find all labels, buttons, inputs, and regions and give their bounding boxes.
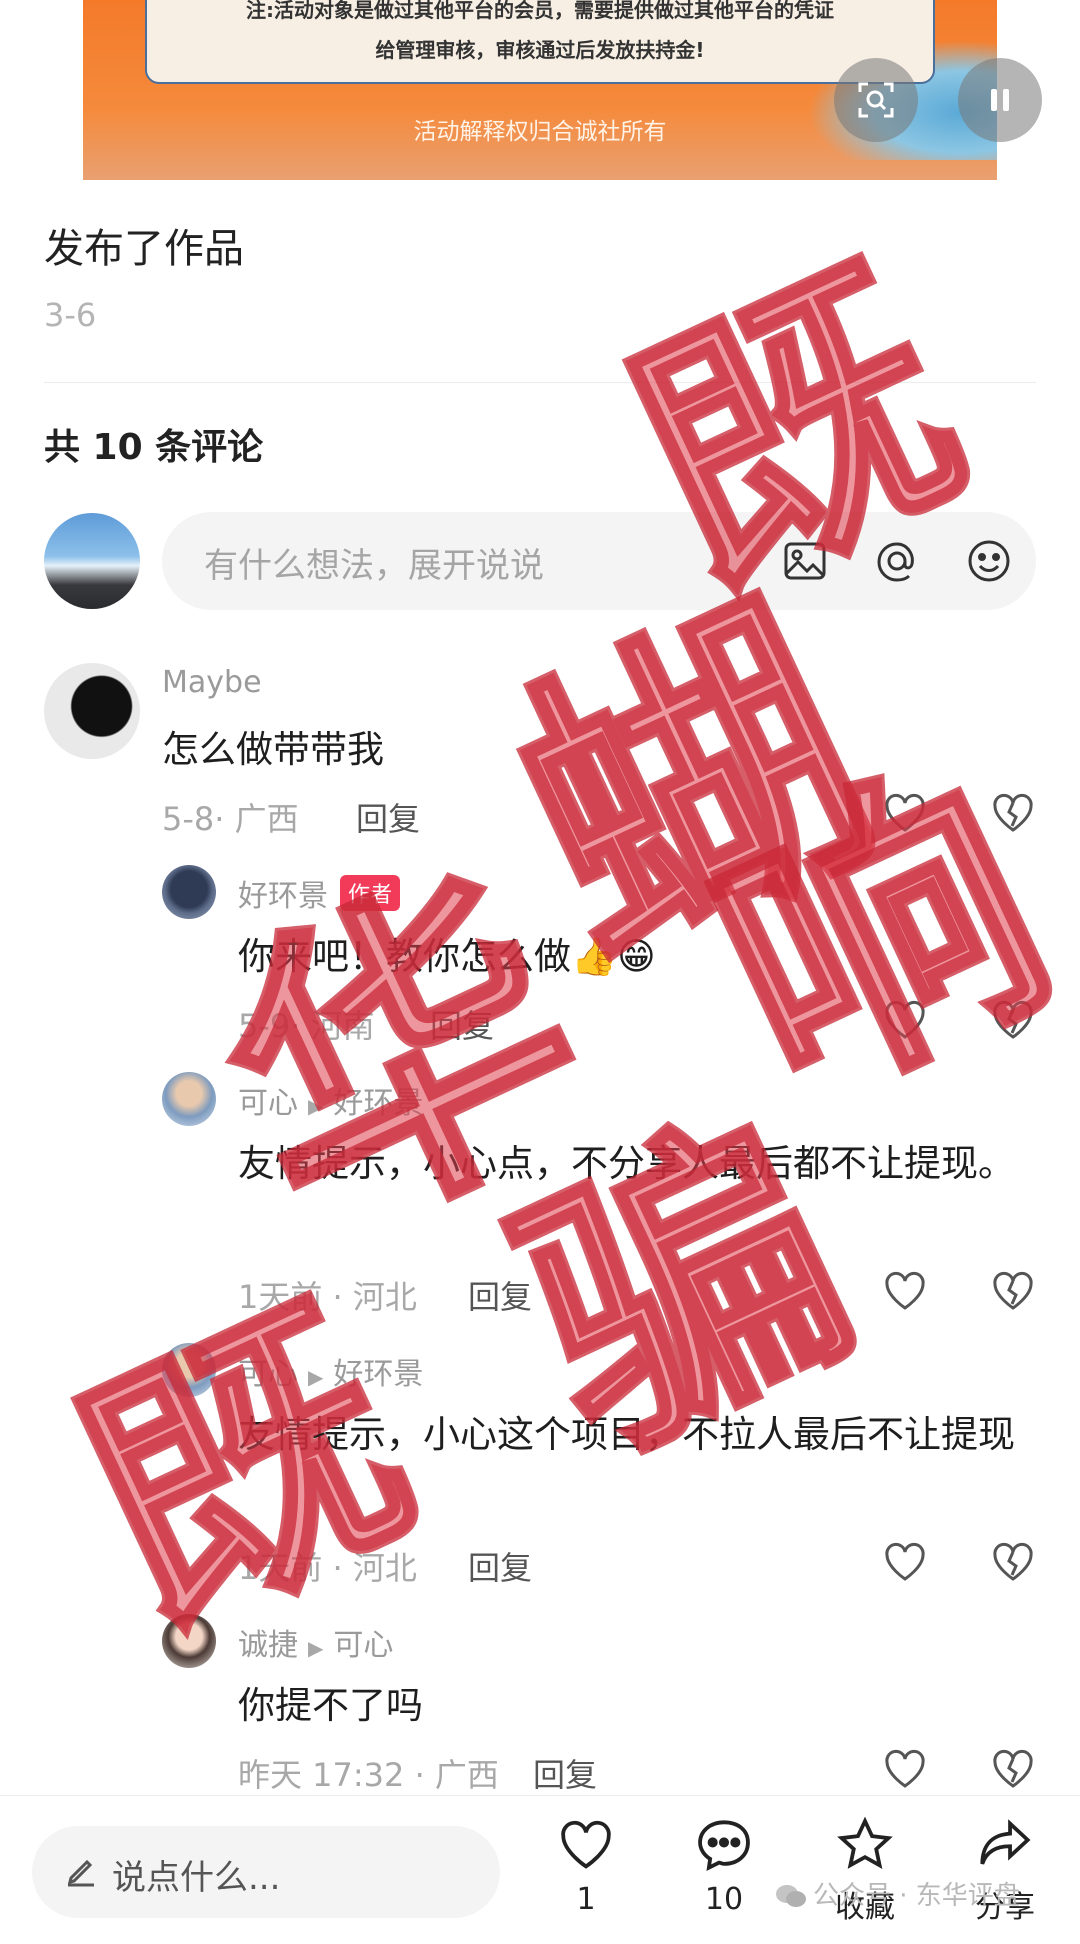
- like-button[interactable]: 1: [536, 1816, 636, 1917]
- post-action: 发布了作品: [44, 226, 244, 272]
- comment-text: 你来吧！教你怎么做👍😁: [238, 935, 656, 978]
- author-name: 可心: [238, 1086, 298, 1121]
- star-icon: [837, 1816, 893, 1869]
- say-placeholder: 说点什么...: [112, 1858, 281, 1898]
- heart-icon: [561, 1820, 611, 1869]
- pause-button[interactable]: [958, 58, 1042, 142]
- author-name: 好环景: [238, 879, 328, 914]
- bottom-bar: 说点什么... 1 10 收藏 分享: [0, 1795, 1080, 1944]
- comment-author[interactable]: 好环景 作者: [238, 871, 401, 915]
- heart-icon[interactable]: [882, 1268, 928, 1314]
- broken-heart-icon[interactable]: [990, 1268, 1036, 1314]
- reply-to-name: 好环景: [333, 1086, 424, 1121]
- comment-meta: 1天前 · 河北: [238, 1278, 417, 1316]
- post-date: 3-6: [44, 296, 97, 334]
- pencil-icon: [67, 1859, 94, 1887]
- wechat-icon: [776, 1885, 806, 1907]
- comment-input[interactable]: 有什么想法，展开说说: [162, 512, 1036, 610]
- broken-heart-icon[interactable]: [990, 997, 1036, 1043]
- reply-to-name: 可心: [333, 1628, 394, 1663]
- heart-icon[interactable]: [882, 1746, 928, 1792]
- reply-button[interactable]: 回复: [356, 794, 420, 840]
- comment-author[interactable]: 可心 ▶ 好环景: [238, 1078, 423, 1122]
- notice-line-2: 给管理审核，审核通过后发放扶持金!: [375, 38, 705, 62]
- comment-text: 你提不了吗: [238, 1684, 423, 1727]
- reply-to-name: 好环景: [333, 1357, 424, 1392]
- comment-author[interactable]: 诚捷 ▶ 可心: [238, 1620, 393, 1664]
- avatar-maybe[interactable]: [44, 663, 140, 759]
- author-name: 诚捷: [238, 1628, 298, 1663]
- reply-button[interactable]: 回复: [533, 1750, 597, 1796]
- comment-meta: 5-9· 河南: [238, 1007, 375, 1045]
- comments-count: 共 10 条评论: [44, 427, 264, 468]
- wechat-watermark: 公众号 · 东华评盘: [775, 1875, 1020, 1912]
- notice-line-1: 注:活动对象是做过其他平台的会员，需要提供做过其他平台的凭证: [246, 0, 834, 22]
- avatar-kexin[interactable]: [162, 1072, 216, 1126]
- my-avatar[interactable]: [44, 513, 140, 609]
- comment-author[interactable]: Maybe: [162, 665, 262, 700]
- say-something-input[interactable]: 说点什么...: [32, 1826, 500, 1918]
- pause-icon: [991, 89, 1009, 111]
- comment-button[interactable]: 10: [674, 1816, 774, 1917]
- comment-count: 10: [704, 1882, 744, 1917]
- emoji-icon[interactable]: [964, 536, 1014, 586]
- author-badge: 作者: [340, 875, 401, 911]
- broken-heart-icon[interactable]: [990, 1746, 1036, 1792]
- author-name: 可心: [238, 1357, 298, 1392]
- heart-icon[interactable]: [882, 997, 928, 1043]
- comment-text: 友情提示，小心点，不分享人最后都不让提现。: [238, 1142, 1015, 1185]
- comment-meta: 昨天 17:32 · 广西: [238, 1756, 499, 1794]
- broken-heart-icon[interactable]: [990, 790, 1036, 836]
- reply-arrow-icon: ▶: [308, 1094, 324, 1118]
- heart-icon[interactable]: [882, 1539, 928, 1585]
- at-icon[interactable]: [872, 536, 922, 586]
- author-name: Maybe: [162, 665, 262, 700]
- reply-arrow-icon: ▶: [308, 1636, 324, 1660]
- reply-button[interactable]: 回复: [468, 1272, 532, 1318]
- banner-notice: 注:活动对象是做过其他平台的会员，需要提供做过其他平台的凭证 给管理审核，审核通…: [145, 0, 935, 84]
- share-icon: [980, 1819, 1031, 1865]
- broken-heart-icon[interactable]: [990, 1539, 1036, 1585]
- comment-input-placeholder: 有什么想法，展开说说: [204, 546, 544, 586]
- heart-icon[interactable]: [882, 790, 928, 836]
- scan-button[interactable]: [834, 58, 918, 142]
- comment-icon: [698, 1820, 750, 1872]
- comment-meta: 1天前 · 河北: [238, 1549, 417, 1587]
- comment-meta: 5-8· 广西: [162, 800, 299, 838]
- reply-button[interactable]: 回复: [430, 1001, 494, 1047]
- wechat-watermark-text: 公众号 · 东华评盘: [813, 1881, 1020, 1911]
- reply-button[interactable]: 回复: [468, 1543, 532, 1589]
- avatar-haohuanjing[interactable]: [162, 865, 216, 919]
- scan-icon: [858, 82, 894, 118]
- reply-arrow-icon: ▶: [308, 1365, 324, 1389]
- comment-text: 怎么做带带我: [162, 728, 384, 771]
- image-icon[interactable]: [780, 536, 830, 586]
- avatar-kexin[interactable]: [162, 1343, 216, 1397]
- divider: [44, 382, 1036, 383]
- avatar-chengjie[interactable]: [162, 1614, 216, 1668]
- like-count: 1: [576, 1882, 596, 1917]
- comment-author[interactable]: 可心 ▶ 好环景: [238, 1349, 423, 1393]
- comment-text: 友情提示，小心这个项目，不拉人最后不让提现: [238, 1413, 1015, 1456]
